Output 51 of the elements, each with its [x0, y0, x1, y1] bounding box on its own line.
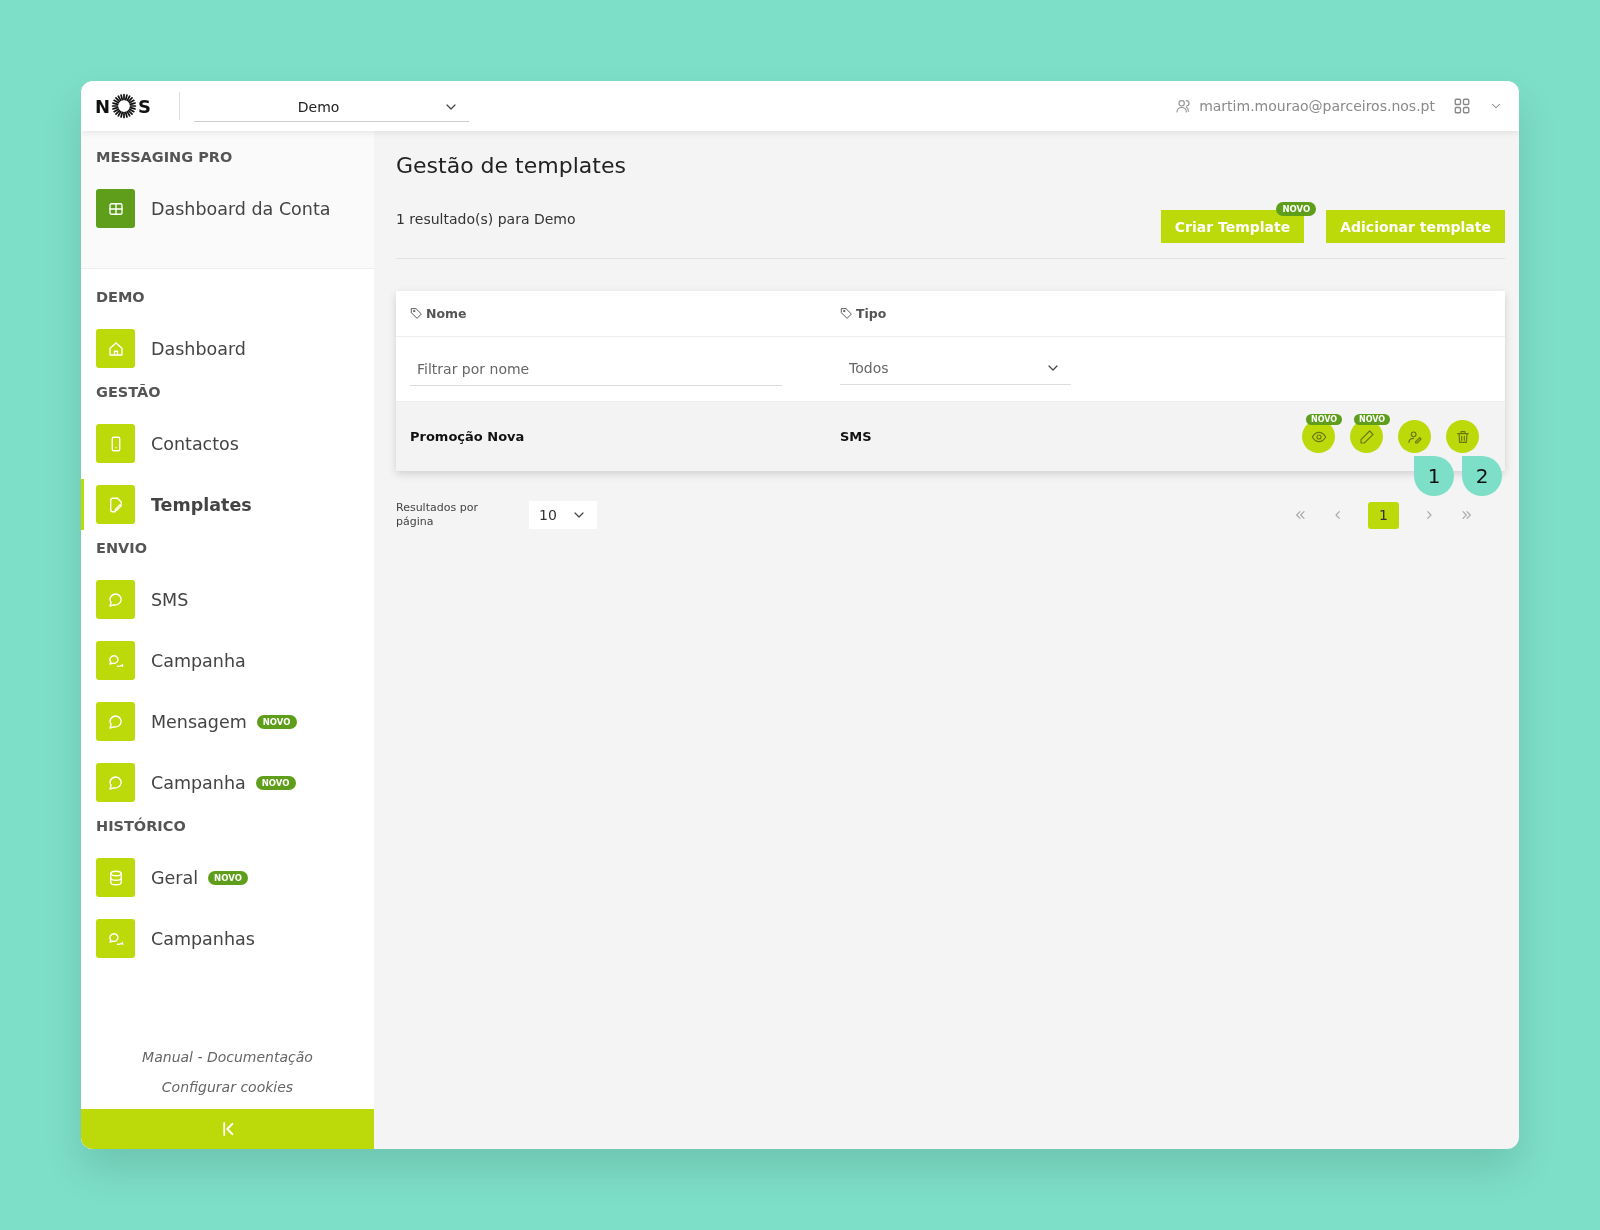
- sidebar-item[interactable]: Campanhas: [96, 919, 359, 958]
- callout-marker: 1: [1414, 456, 1454, 496]
- per-page-label: Resultados por página: [396, 501, 479, 529]
- apps-grid-icon: [1453, 97, 1471, 115]
- page-title: Gestão de templates: [396, 153, 627, 178]
- chat-bubble-icon: [106, 712, 125, 731]
- section-heading: DEMO: [96, 289, 146, 305]
- sidebar-item[interactable]: Campanha NOVO: [96, 763, 359, 802]
- logo-letter: N: [95, 95, 111, 117]
- section-heading: ENVIO: [96, 540, 148, 556]
- account-select[interactable]: Demo: [194, 90, 470, 122]
- user-icon: [1175, 98, 1192, 114]
- chat-bubble-icon: [106, 590, 125, 609]
- column-header: Nome: [426, 306, 467, 321]
- sidebar-item[interactable]: Geral NOVO: [96, 858, 359, 897]
- table-cell-text: SMS: [839, 429, 873, 444]
- sidebar-item[interactable]: Dashboard: [96, 329, 359, 368]
- trash-icon: [1454, 428, 1471, 445]
- chat-bubble-icon: [106, 773, 125, 792]
- new-badge: NOVO: [255, 775, 296, 790]
- sidebar-item[interactable]: Mensagem NOVO: [96, 702, 359, 741]
- table-cell-text: Promoção Nova: [409, 429, 526, 444]
- new-badge: NOVO: [1306, 414, 1343, 425]
- footer-link[interactable]: Manual - Documentação: [142, 1049, 313, 1065]
- sidebar-item[interactable]: SMS: [96, 580, 359, 619]
- pencil-icon: [1358, 428, 1375, 445]
- sunburst-logo-icon: [111, 93, 138, 119]
- per-page-select[interactable]: 10: [529, 501, 597, 529]
- section-heading: HISTÓRICO: [96, 818, 187, 834]
- result-count: 1 resultado(s) para Demo: [396, 210, 576, 227]
- new-badge: NOVO: [256, 714, 297, 729]
- page-button[interactable]: 1: [1368, 501, 1399, 529]
- section-heading: MESSAGING PRO: [96, 149, 234, 165]
- type-select[interactable]: Todos: [840, 353, 1071, 385]
- person-edit-button[interactable]: [1398, 420, 1431, 453]
- sidebar-item[interactable]: Dashboard da Conta: [96, 189, 359, 228]
- column-header: Tipo: [856, 306, 887, 321]
- logo-letter: S: [138, 95, 152, 117]
- new-badge: NOVO: [1354, 414, 1391, 425]
- new-badge: NOVO: [208, 870, 248, 885]
- person-edit-icon: [1406, 428, 1423, 445]
- section-heading: GESTÃO: [96, 384, 162, 400]
- tag-icon: [840, 307, 853, 320]
- callout-marker: 2: [1462, 456, 1502, 496]
- tag-icon: [410, 307, 423, 320]
- new-badge: NOVO: [1276, 202, 1317, 216]
- user-email[interactable]: martim.mourao@parceiros.nos.pt: [1199, 98, 1435, 114]
- sidebar-item[interactable]: Campanha: [96, 641, 359, 680]
- sidebar-item[interactable]: Contactos: [96, 424, 359, 463]
- trash-button[interactable]: [1446, 420, 1479, 453]
- footer-link[interactable]: Configurar cookies: [161, 1079, 294, 1095]
